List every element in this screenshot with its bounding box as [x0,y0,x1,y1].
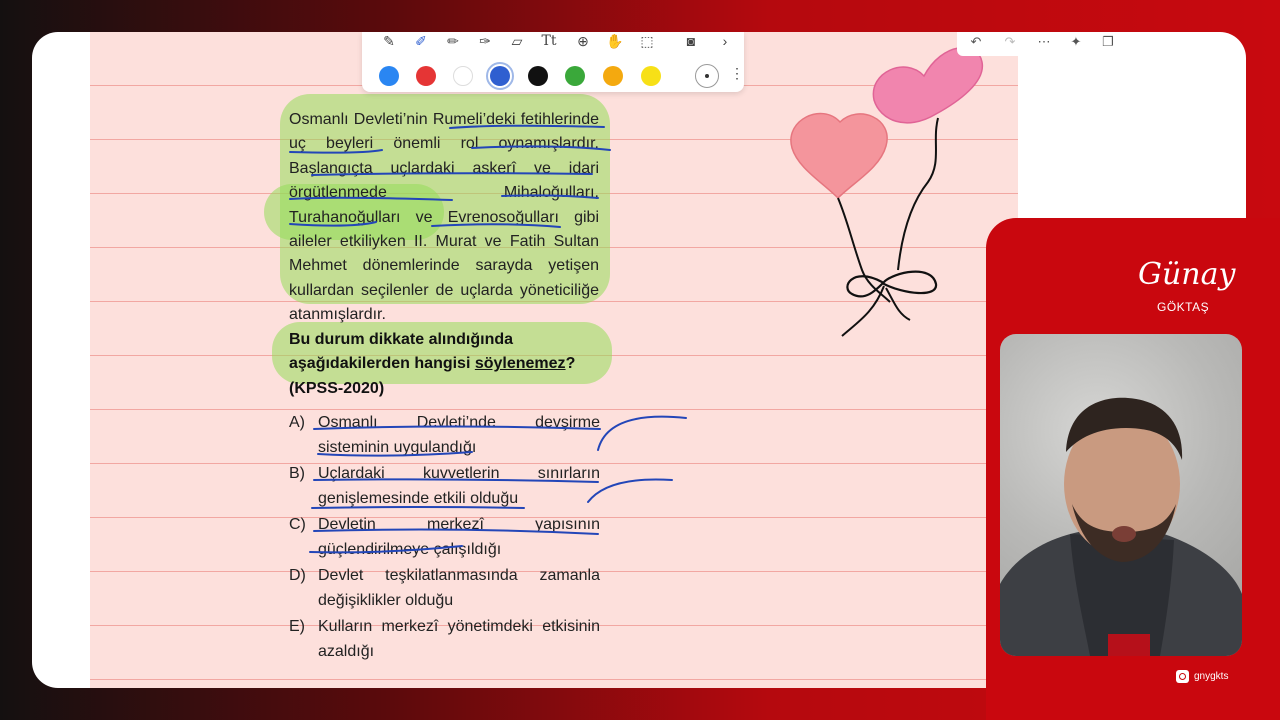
stroke-size-button[interactable] [695,64,719,88]
eraser-icon[interactable]: ▱ [506,32,528,52]
drawing-toolbar: ✎ ✐ ✏ ✑ ▱ Tt ⊕ ✋ ⬚ ◙ › ⋮ [362,32,744,92]
color-swatch-blue[interactable] [379,66,399,86]
color-swatch-selected[interactable] [486,62,514,90]
color-swatch-white[interactable] [453,66,473,86]
undo-icon[interactable]: ↶ [967,33,985,51]
lasso-pen-icon[interactable]: ✑ [474,32,496,52]
webcam-feed [1000,334,1242,656]
camera-icon[interactable]: ◙ [680,32,702,52]
top-right-toolbar: ↶ ↷ ⋯ ✦ ❐ [957,32,1125,56]
color-swatch-yellow[interactable] [641,66,661,86]
select-icon[interactable]: ⬚ [636,32,658,52]
pen-icon[interactable]: ✐ [410,32,432,52]
brand-name: Günay [1138,257,1236,292]
pencil-icon[interactable]: ✎ [378,32,400,52]
heart-balloon-left [790,112,888,200]
check-mark-b [587,478,673,503]
chevron-right-icon[interactable]: › [714,32,736,52]
marker-icon[interactable]: ✏ [442,32,464,52]
presenter-figure [1000,397,1242,656]
instagram-icon [1176,670,1189,683]
more-colors-button[interactable]: ⋮ [726,64,748,84]
pages-icon[interactable]: ❐ [1099,33,1117,51]
hand-icon[interactable]: ✋ [604,32,626,52]
more-icon[interactable]: ⋯ [1035,33,1053,51]
social-handle-text: gnygkts [1194,671,1229,682]
text-icon[interactable]: Tt [538,32,560,52]
color-swatch-green[interactable] [565,66,585,86]
underline-strokes [289,124,687,554]
bow-icon [846,270,938,298]
redo-icon[interactable]: ↷ [1001,33,1019,51]
color-swatch-black[interactable] [528,66,548,86]
balloon-drawing [790,46,983,337]
add-icon[interactable]: ⊕ [572,32,594,52]
magic-icon[interactable]: ✦ [1067,33,1085,51]
heart-balloon-right [872,46,983,124]
tool-row: ✎ ✐ ✏ ✑ ▱ Tt ⊕ ✋ ⬚ ◙ › [362,32,744,54]
color-row: ⋮ [362,62,744,90]
brand-surname: GÖKTAŞ [1157,300,1210,314]
color-swatch-orange[interactable] [603,66,623,86]
check-mark-a [597,415,687,451]
color-swatch-red[interactable] [416,66,436,86]
